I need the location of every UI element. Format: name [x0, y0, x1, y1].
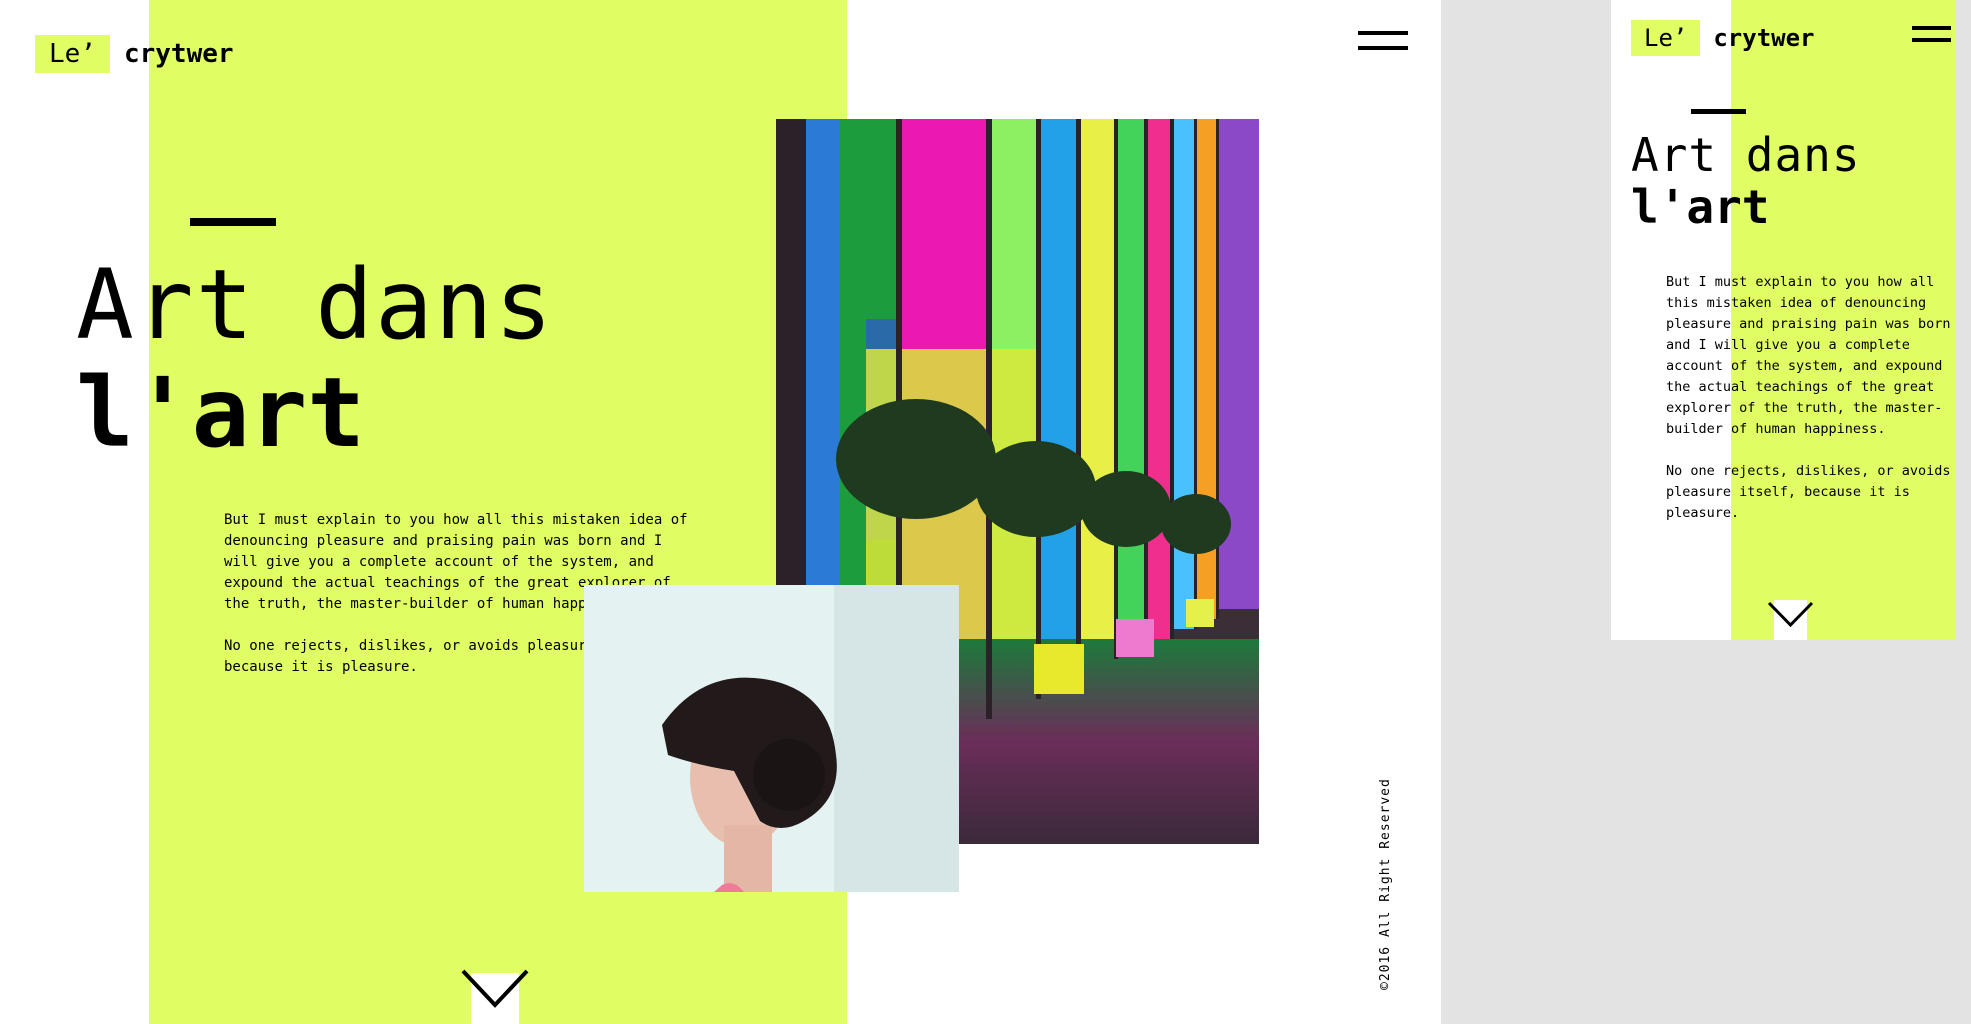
logo[interactable]: Le’ crytwer — [35, 35, 234, 73]
hero-paragraph: But I must explain to you how all this m… — [1666, 274, 1951, 437]
title-rule — [190, 218, 276, 226]
mobile-logo[interactable]: Le’ crytwer — [1631, 20, 1815, 56]
logo-prefix: Le’ — [1631, 20, 1701, 56]
hamburger-menu-icon[interactable] — [1912, 26, 1951, 46]
mobile-hero-title-bold: l'art — [1631, 180, 1770, 234]
portrait-photo — [584, 585, 959, 892]
mobile-scroll-down-button[interactable] — [1767, 600, 1814, 640]
mobile-title-rule — [1691, 109, 1746, 114]
hero-paragraph: No one rejects, dislikes, or avoids plea… — [1666, 463, 1951, 521]
mobile-hero-title-light: Art dans — [1631, 128, 1861, 182]
chevron-down-icon — [461, 969, 529, 1008]
hero-title-light: Art dans — [76, 249, 555, 361]
logo-name: crytwer — [1713, 24, 1815, 52]
mobile-hero-copy: But I must explain to you how all this m… — [1666, 272, 1956, 545]
logo-name: crytwer — [123, 39, 234, 69]
mobile-layout: Le’ crytwer Art dans l'art But I must ex… — [1611, 0, 1956, 640]
logo-prefix: Le’ — [35, 35, 110, 73]
copyright-text: ©2016 All Right Reserved — [1378, 778, 1393, 990]
hamburger-menu-icon[interactable] — [1358, 31, 1408, 53]
scroll-down-button[interactable] — [461, 969, 529, 1024]
chevron-down-icon — [1767, 601, 1814, 628]
desktop-layout: Le’ crytwer Art dans l'art But I must ex… — [0, 0, 1441, 1024]
hero-title-bold: l'art — [76, 357, 365, 469]
